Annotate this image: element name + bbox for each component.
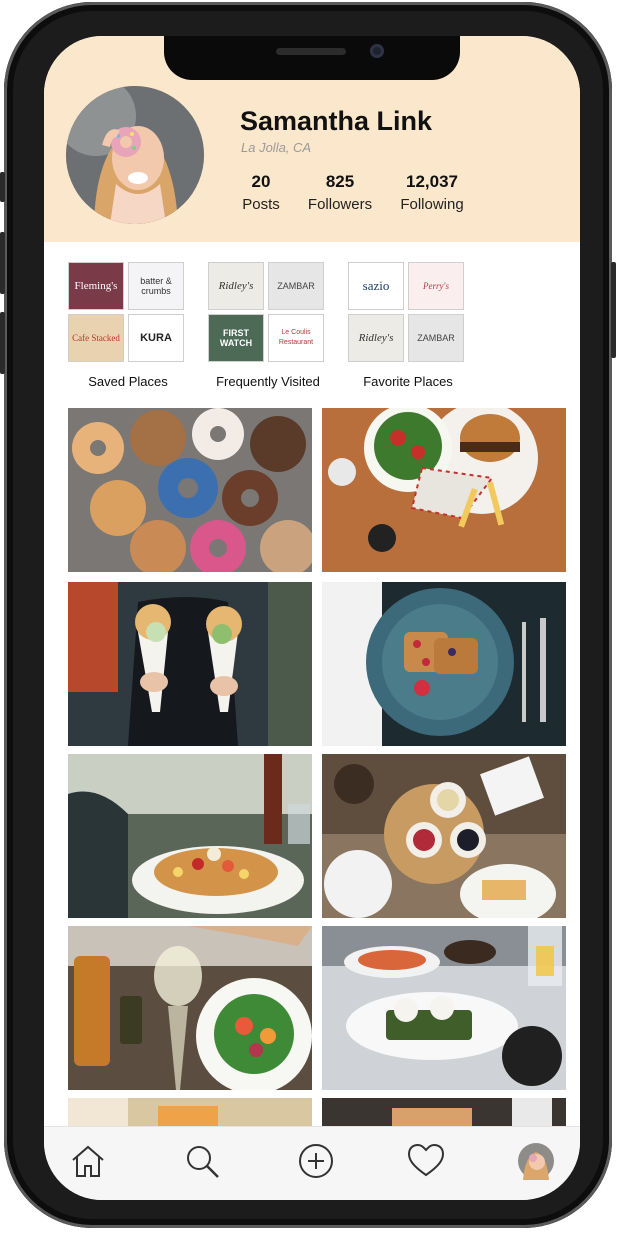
photo-bubble-waffle-ice-cream[interactable] [68, 582, 312, 746]
stat-posts[interactable]: 20 Posts [240, 172, 282, 213]
photo-donuts[interactable] [68, 408, 312, 572]
front-camera [370, 44, 384, 58]
search-icon [187, 1146, 219, 1178]
photo-salad-burger-fries[interactable] [322, 408, 566, 572]
restaurant-logo: Fleming's [68, 262, 124, 310]
mute-switch [0, 172, 5, 202]
phone-frame: Samantha Link La Jolla, CA 20 Posts 825 … [0, 2, 616, 1228]
photo-salad-wine[interactable] [68, 926, 312, 1090]
photo-avocado-egg-toast[interactable] [322, 926, 566, 1090]
volume-down-button [0, 312, 5, 374]
profile-location: La Jolla, CA [241, 140, 312, 155]
restaurant-logo: Cafe Stacked [68, 314, 124, 362]
photo-waffles-fruit-board[interactable] [322, 754, 566, 918]
stat-value: 12,037 [406, 172, 458, 191]
collection-label: Saved Places [88, 374, 168, 389]
tab-likes[interactable] [406, 1141, 446, 1181]
heart-icon [407, 1143, 445, 1177]
restaurant-logo: batter & crumbs [128, 262, 184, 310]
restaurant-logo: Ridley's [348, 314, 404, 362]
collection-label: Frequently Visited [216, 374, 320, 389]
stat-value: 825 [325, 172, 355, 191]
power-button [611, 262, 616, 358]
avatar-photo [66, 86, 204, 224]
restaurant-logo: KURA [128, 314, 184, 362]
add-icon [299, 1144, 333, 1178]
stat-label: Following [400, 196, 464, 213]
photo-berry-toast-plate[interactable] [322, 582, 566, 746]
bottom-tab-bar [44, 1126, 580, 1200]
speaker [276, 48, 346, 55]
notch [164, 36, 460, 80]
photo-pancakes-table[interactable] [68, 754, 312, 918]
home-icon [72, 1145, 104, 1177]
profile-name: Samantha Link [240, 106, 433, 136]
stat-label: Posts [242, 196, 280, 213]
stat-followers[interactable]: 825 Followers [304, 172, 376, 213]
stat-label: Followers [307, 196, 373, 213]
collection-label: Favorite Places [363, 374, 453, 389]
tab-search[interactable] [182, 1141, 222, 1181]
photo-partial-left[interactable] [68, 1098, 312, 1128]
phone-screen: Samantha Link La Jolla, CA 20 Posts 825 … [44, 36, 580, 1200]
volume-up-button [0, 232, 5, 294]
profile-avatar[interactable] [66, 86, 204, 224]
restaurant-logo: FIRST WATCH [208, 314, 264, 362]
profile-avatar-icon [518, 1143, 554, 1180]
stat-following[interactable]: 12,037 Following [396, 172, 468, 213]
stat-value: 20 [251, 172, 271, 191]
tab-profile[interactable] [516, 1141, 556, 1181]
restaurant-logo: Le Coulis Restaurant [268, 314, 324, 362]
restaurant-logo: ZAMBAR [268, 262, 324, 310]
collections-row: Fleming's batter & crumbs Cafe Stacked K… [44, 262, 580, 412]
restaurant-logo: Ridley's [208, 262, 264, 310]
tab-home[interactable] [68, 1141, 108, 1181]
restaurant-logo: ZAMBAR [408, 314, 464, 362]
restaurant-logo: sazio [348, 262, 404, 310]
photo-partial-right[interactable] [322, 1098, 566, 1128]
tab-add[interactable] [296, 1141, 336, 1181]
restaurant-logo: Perry's [408, 262, 464, 310]
